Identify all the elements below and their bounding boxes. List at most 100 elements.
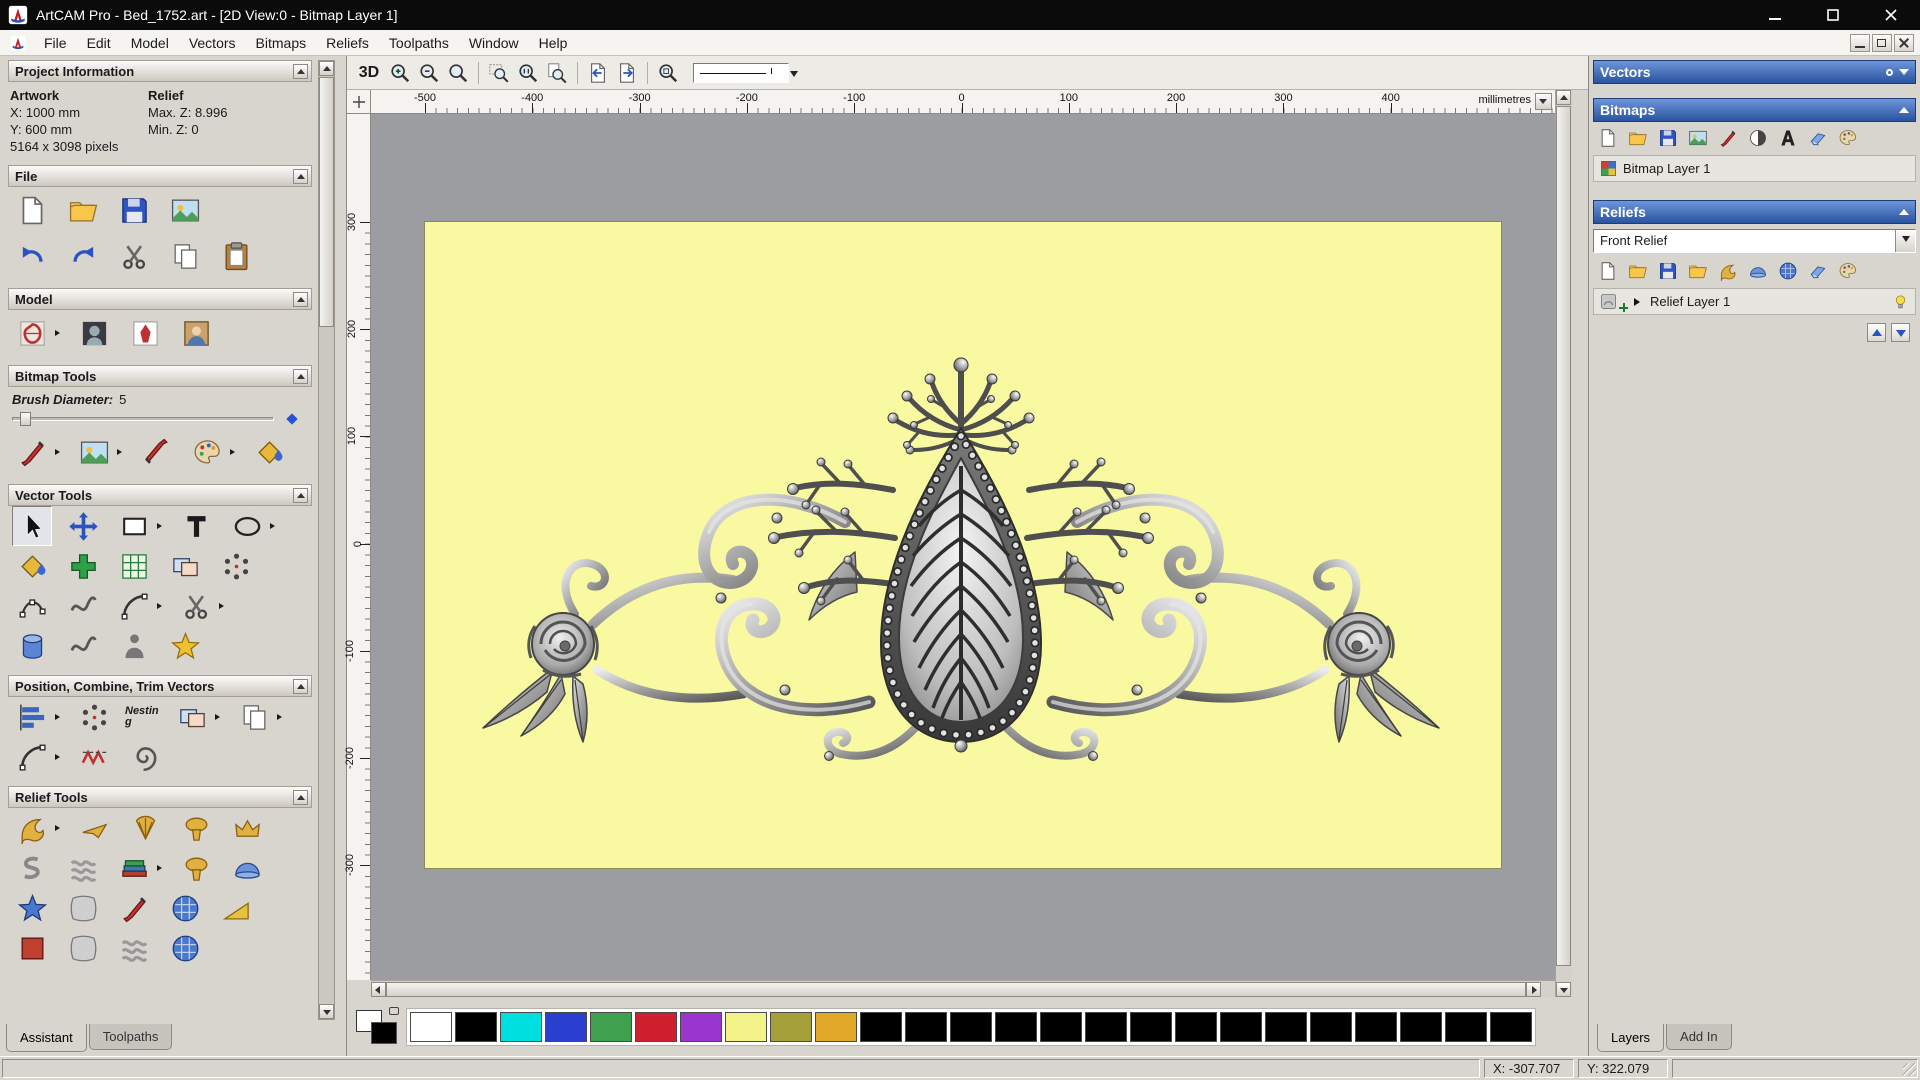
redo-button[interactable] <box>63 236 103 276</box>
vector-doctor-button[interactable] <box>114 626 154 666</box>
artboard[interactable] <box>425 222 1501 868</box>
stitch-vectors-button[interactable] <box>74 737 114 777</box>
texture-sphere-button[interactable] <box>165 888 205 928</box>
chevron-up-icon[interactable] <box>1899 209 1909 215</box>
color-swatch-20[interactable] <box>1310 1011 1352 1042</box>
save-relief-button[interactable] <box>1657 260 1679 282</box>
model-figure-tool-button[interactable] <box>125 313 165 353</box>
delete-bitmap-button[interactable] <box>1807 127 1829 149</box>
save-model-button[interactable] <box>114 190 154 230</box>
mdi-minimize-button[interactable] <box>1850 33 1870 52</box>
paint-bitmap-button[interactable] <box>1717 127 1739 149</box>
flyout-arrow-icon[interactable] <box>55 449 63 455</box>
create-text-button[interactable] <box>176 506 216 546</box>
tab-assistant[interactable]: Assistant <box>6 1024 87 1052</box>
flyout-arrow-icon[interactable] <box>157 865 165 871</box>
scrollbar-thumb[interactable] <box>1556 106 1571 966</box>
shape-editor-button[interactable] <box>12 808 52 848</box>
align-vectors-button[interactable] <box>12 697 52 737</box>
red-relief-tool-button[interactable] <box>12 928 52 968</box>
toggle-3d-view-button[interactable]: 3D <box>353 59 385 86</box>
relief-options-button[interactable] <box>1837 260 1859 282</box>
scroll-up-button[interactable] <box>319 61 334 76</box>
color-swatch-13[interactable] <box>995 1011 1037 1042</box>
snap-grid-button[interactable] <box>114 546 154 586</box>
text-attributes-button[interactable] <box>1777 127 1799 149</box>
brush-diameter-slider[interactable] <box>12 411 302 427</box>
delete-relief-button[interactable] <box>1807 260 1829 282</box>
color-swatch-14[interactable] <box>1040 1011 1082 1042</box>
undo-button[interactable] <box>12 236 52 276</box>
color-swatch-21[interactable] <box>1355 1011 1397 1042</box>
create-spiral-button[interactable] <box>125 737 165 777</box>
color-swatch-10[interactable] <box>860 1011 902 1042</box>
relief-selector-dropdown-button[interactable] <box>1895 230 1915 252</box>
mdi-restore-button[interactable] <box>1872 33 1892 52</box>
color-swatch-5[interactable] <box>635 1011 677 1042</box>
visibility-bulb-icon[interactable] <box>1892 293 1909 310</box>
new-bitmap-button[interactable] <box>1597 127 1619 149</box>
join-vectors-button[interactable] <box>12 737 52 777</box>
relief-selector-value[interactable]: Front Relief <box>1594 230 1895 252</box>
color-swatch-3[interactable] <box>545 1011 587 1042</box>
model-ornament-tool-button[interactable] <box>12 313 52 353</box>
menu-reliefs[interactable]: Reliefs <box>316 30 379 55</box>
carve-relief-button[interactable] <box>114 888 154 928</box>
ruler-units-button[interactable] <box>1535 93 1552 110</box>
menu-bitmaps[interactable]: Bitmaps <box>246 30 317 55</box>
horizontal-scrollbar[interactable] <box>371 980 1555 997</box>
bitmap-layer-name[interactable]: Bitmap Layer 1 <box>1623 161 1710 176</box>
slice-vectors-button[interactable] <box>234 697 274 737</box>
copy-button[interactable] <box>165 236 205 276</box>
menu-toolpaths[interactable]: Toolpaths <box>379 30 459 55</box>
position-combine-trim-header[interactable]: Position, Combine, Trim Vectors <box>8 675 312 697</box>
relief-selector-combobox[interactable]: Front Relief <box>1593 229 1916 253</box>
line-width-preview[interactable] <box>693 62 789 83</box>
project-information-header[interactable]: Project Information <box>8 60 312 82</box>
model-section-header[interactable]: Model <box>8 288 312 310</box>
star-relief-button[interactable] <box>12 888 52 928</box>
flyout-arrow-icon[interactable] <box>219 603 227 609</box>
move-layer-up-button[interactable] <box>1867 323 1886 342</box>
smooth-relief-button[interactable] <box>1747 260 1769 282</box>
weave-relief-tool-button[interactable] <box>114 928 154 968</box>
color-swatch-11[interactable] <box>905 1011 947 1042</box>
paste-along-curve-button[interactable] <box>216 546 256 586</box>
colour-palette-button[interactable] <box>187 432 227 472</box>
zoom-window-button[interactable] <box>485 59 513 86</box>
color-swatch-8[interactable] <box>770 1011 812 1042</box>
angle-relief-button[interactable] <box>216 888 256 928</box>
relief-layer-name[interactable]: Relief Layer 1 <box>1650 294 1730 309</box>
paste-button[interactable] <box>216 236 256 276</box>
secondary-colour-swatch[interactable] <box>371 1021 397 1044</box>
scrollbar-thumb[interactable] <box>319 77 334 327</box>
resize-grip[interactable] <box>1903 1063 1916 1076</box>
vectors-section-header[interactable]: Vectors <box>1593 60 1916 84</box>
palette-button[interactable] <box>1837 127 1859 149</box>
slider-track[interactable] <box>12 417 274 421</box>
menu-help[interactable]: Help <box>529 30 578 55</box>
maximize-button[interactable] <box>1804 0 1862 30</box>
color-swatch-15[interactable] <box>1085 1011 1127 1042</box>
node-editing-button[interactable] <box>12 586 52 626</box>
color-swatch-4[interactable] <box>590 1011 632 1042</box>
nesting-button[interactable]: Nesting <box>125 697 161 737</box>
scroll-left-button[interactable] <box>371 981 386 997</box>
color-swatch-12[interactable] <box>950 1011 992 1042</box>
import-relief-button[interactable] <box>1687 260 1709 282</box>
reliefs-section-header[interactable]: Reliefs <box>1593 200 1916 224</box>
assistant-scrollbar[interactable] <box>318 60 335 1020</box>
flyout-arrow-icon[interactable] <box>215 714 223 720</box>
flyout-arrow-icon[interactable] <box>55 754 63 760</box>
open-relief-button[interactable] <box>1627 260 1649 282</box>
color-swatch-18[interactable] <box>1220 1011 1262 1042</box>
color-swatch-19[interactable] <box>1265 1011 1307 1042</box>
scroll-right-button[interactable] <box>1526 981 1541 997</box>
paint-brush-button[interactable] <box>12 432 52 472</box>
relief-tools-header[interactable]: Relief Tools <box>8 786 312 808</box>
menu-vectors[interactable]: Vectors <box>179 30 246 55</box>
zoom-fit-page-button[interactable] <box>543 59 571 86</box>
line-width-dropdown-icon[interactable] <box>790 70 798 81</box>
color-swatch-17[interactable] <box>1175 1011 1217 1042</box>
open-model-button[interactable] <box>63 190 103 230</box>
